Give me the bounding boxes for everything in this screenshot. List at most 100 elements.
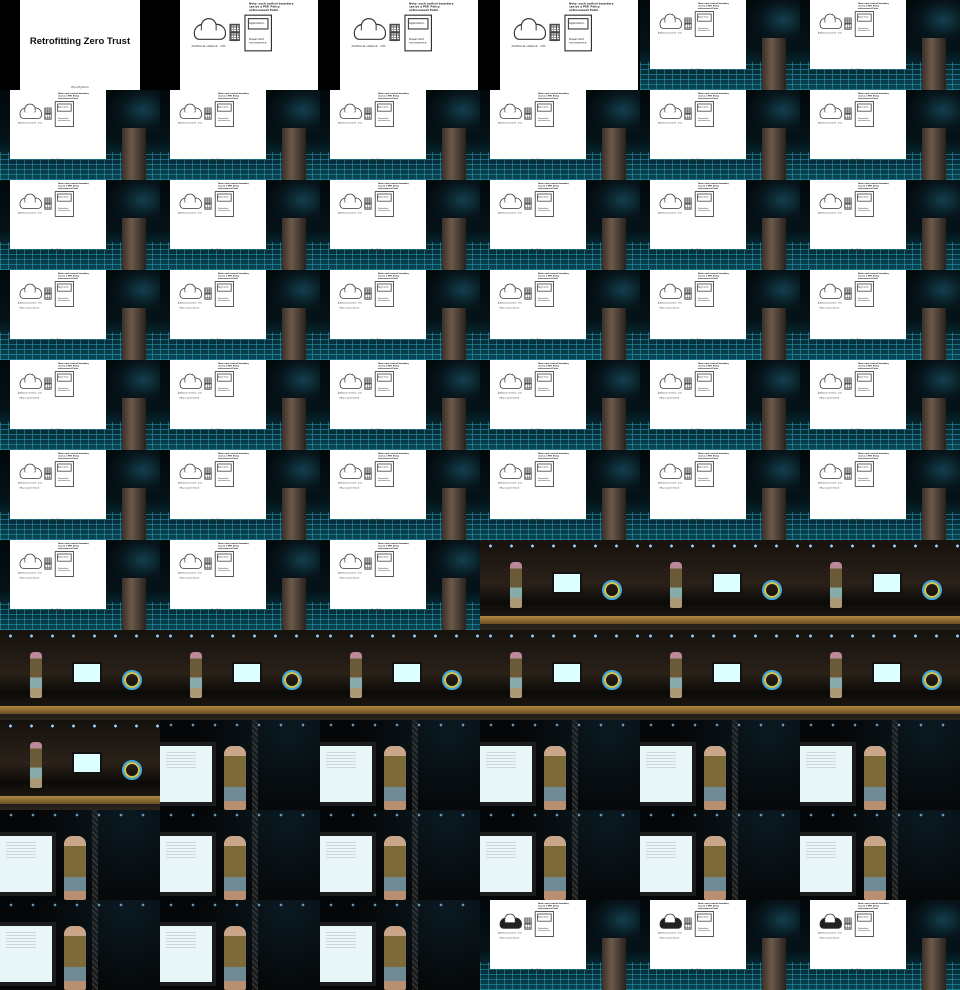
frame-thumbnail: [800, 630, 960, 720]
stage-screen: [552, 572, 582, 594]
cloud-icon: [19, 193, 42, 209]
event-logo-icon: [122, 670, 142, 690]
slide-text: microservice: [698, 119, 711, 122]
slide-text: Additional network - mTL: [18, 122, 42, 125]
slide-text: enforcement Point: [698, 7, 719, 10]
slide-text: Additional network - mTL: [18, 482, 42, 485]
stage-screen: [232, 662, 262, 684]
firewall-icon: [844, 203, 852, 210]
cloud-icon: [339, 553, 362, 569]
wide-stage-shot: [480, 540, 640, 630]
frame-thumbnail: Application Dependent microservice Note:…: [640, 180, 800, 270]
frame-thumbnail: Application Dependent microservice Note:…: [800, 900, 960, 990]
frame-thumbnail: Application Dependent microservice Note:…: [0, 180, 160, 270]
slide-text: Additional network - mTL: [338, 212, 362, 215]
slide-monitor: [800, 832, 856, 896]
frame-thumbnail: Application Dependent microservice Note:…: [160, 180, 320, 270]
slide-text: microservice: [378, 479, 391, 482]
speaker-doorway: [122, 398, 146, 450]
cloud-icon: [819, 373, 842, 389]
slide-text: enforcement Point: [218, 277, 239, 280]
speaker: [384, 746, 406, 810]
diagram-slide: Application Dependent microservice Note:…: [490, 450, 586, 521]
speaker-doorway: [922, 308, 946, 360]
frame-thumbnail: [160, 900, 320, 990]
brand-logo-text: EuroPython: [531, 248, 545, 252]
firewall-icon: [204, 383, 212, 390]
stage-truss: [252, 720, 258, 810]
slide-text: Application: [378, 465, 389, 468]
cloud-icon: [659, 463, 682, 479]
slide-text: microservice: [858, 119, 871, 122]
diagram-slide: Application Dependent microservice Note:…: [340, 0, 478, 90]
slide-monitor: [0, 832, 56, 896]
firewall-icon: [204, 563, 212, 570]
slide-text: microservice: [218, 569, 231, 572]
frame-thumbnail: Application Dependent microservice Note:…: [480, 270, 640, 360]
slide-text: enforcement Point: [218, 547, 239, 550]
speaker-doorway: [922, 938, 946, 990]
frame-thumbnail: Application Dependent microservice Note:…: [0, 90, 160, 180]
diagram-slide: Application Dependent microservice Note:…: [330, 180, 426, 251]
firewall-icon: [44, 203, 52, 210]
slide-text: Why is speed ahead: [499, 936, 519, 940]
frame-thumbnail: Application Dependent microservice Note:…: [320, 270, 480, 360]
brand-logo-text: EuroPython: [211, 338, 225, 342]
slide-text: microservice: [218, 389, 231, 392]
slide-text: Additional network - mTL: [498, 302, 522, 305]
slide-text: Additional network - mTL: [658, 482, 682, 485]
event-logo-icon: [762, 670, 782, 690]
stage-lights: [160, 903, 320, 907]
slide-text: Additional network - mTL: [818, 392, 842, 395]
brand-logo-text: EuroPython: [851, 968, 865, 972]
speaker-doorway: [602, 938, 626, 990]
speaker-doorway: [762, 488, 786, 540]
diagram-slide: Application Dependent microservice Note:…: [10, 540, 106, 612]
slide-text: Additional network - mTL: [818, 302, 842, 305]
speaker: [670, 652, 682, 698]
event-logo-icon: [602, 670, 622, 690]
slide-monitor: [320, 742, 376, 806]
event-logo-icon: [602, 580, 622, 600]
slide-text: Application: [58, 105, 69, 108]
slide-text: Additional network - mTL: [818, 932, 842, 935]
slide-monitor: [640, 742, 696, 806]
diagram-slide: Application Dependent microservice Note:…: [490, 360, 586, 431]
stage-truss: [892, 720, 898, 810]
slide-text: microservice: [58, 299, 71, 302]
speaker: [30, 742, 42, 788]
slide-text: enforcement Point: [698, 367, 719, 370]
stage-screen: [872, 662, 902, 684]
brand-logo-text: EuroPython: [691, 248, 705, 252]
frame-thumbnail: Application Dependent microservice Note:…: [480, 90, 640, 180]
brand-logo-text: EuroPython: [51, 608, 65, 612]
cloud-icon: [179, 463, 202, 479]
slide-text: enforcement Point: [58, 457, 79, 460]
brand-logo-text: EuroPython: [851, 248, 865, 252]
firewall-icon: [549, 31, 560, 42]
cloud-icon: [193, 18, 226, 40]
slide-text: Why is speed ahead: [499, 306, 519, 310]
frame-thumbnail: Application Dependent microservice Note:…: [640, 0, 800, 90]
slide-text: Application: [218, 195, 229, 198]
frame-thumbnail: Application Dependent microservice Note:…: [480, 360, 640, 450]
frame-thumbnail: [160, 630, 320, 720]
slide-text: Additional network - mTL: [351, 44, 386, 48]
brand-logo-text: EuroPython: [51, 518, 65, 522]
frame-thumbnail: Application Dependent microservice Note:…: [320, 540, 480, 630]
slide-text: microservice: [378, 299, 391, 302]
slide-text: Additional network - mTL: [498, 392, 522, 395]
diagram-slide: Application Dependent microservice Note:…: [490, 270, 586, 341]
slide-text: Application: [378, 285, 389, 288]
event-logo-icon: [922, 670, 942, 690]
slide-text: Application: [569, 20, 585, 25]
brand-logo-text: EuroPython: [51, 158, 65, 162]
slide-text: Application: [249, 20, 265, 25]
frame-thumbnail: [800, 720, 960, 810]
stage-lights: [160, 634, 320, 638]
diagram-slide: Application Dependent microservice Note:…: [10, 360, 106, 431]
cloud-icon: [659, 193, 682, 209]
speaker-doorway: [282, 308, 306, 360]
stage-floor: [640, 616, 800, 624]
slide-text: Application: [58, 195, 69, 198]
